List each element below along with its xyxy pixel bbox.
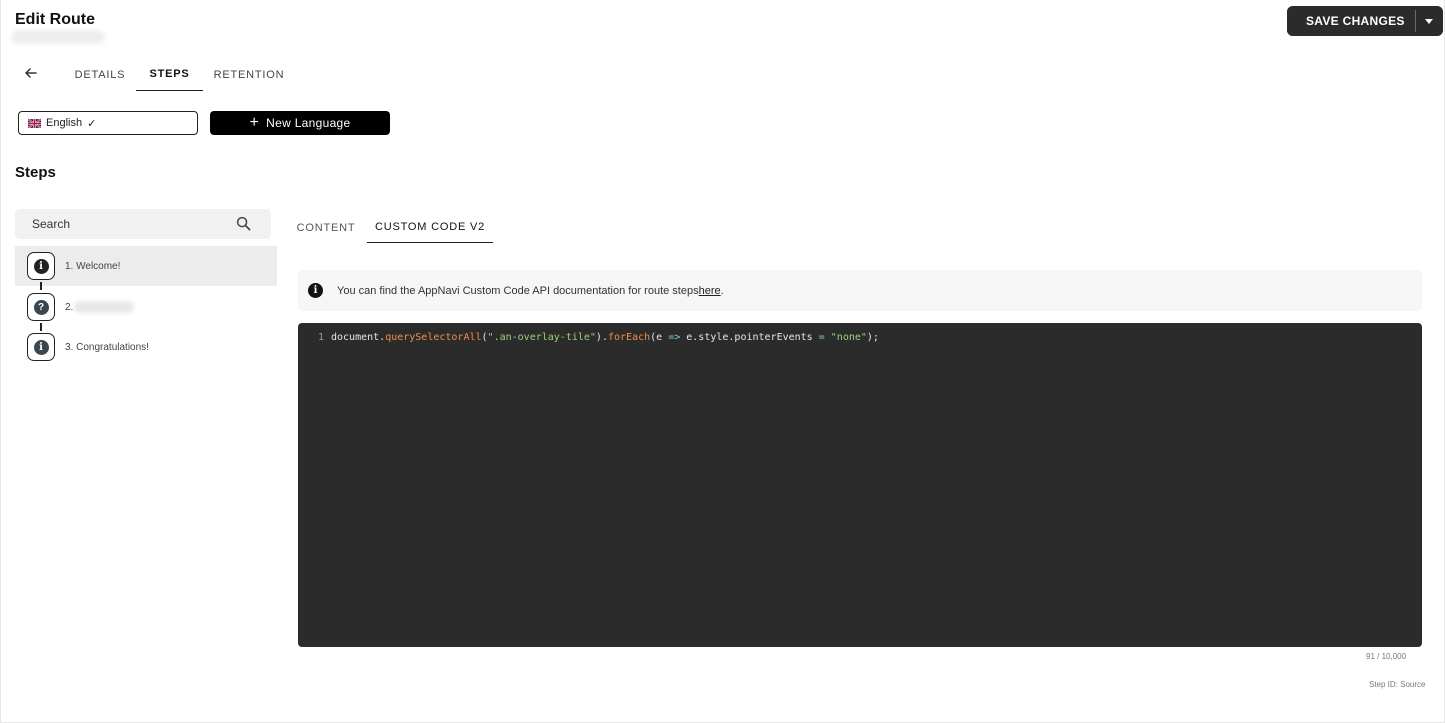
language-selector[interactable]: English ✓: [18, 111, 198, 135]
code-token: e.style.pointerEvents: [680, 332, 819, 343]
code-token: document.: [331, 332, 386, 343]
tab-retention[interactable]: RETENTION: [204, 58, 294, 91]
code-token: );: [866, 332, 879, 343]
step-node: i: [27, 333, 55, 361]
plus-icon: +: [249, 114, 260, 131]
code-token: forEach: [607, 332, 651, 343]
step-id-label: Step ID: Source: [1369, 680, 1426, 689]
step-label: 3. Congratulations!: [65, 341, 149, 353]
info-icon: i: [33, 258, 49, 274]
code-line: 1 document.querySelectorAll(".an-overlay…: [298, 332, 879, 343]
documentation-link[interactable]: here: [699, 285, 721, 297]
code-token: =>: [668, 332, 681, 343]
question-icon: ?: [33, 299, 49, 315]
page-title: Edit Route: [15, 11, 95, 28]
check-icon: ✓: [87, 117, 97, 130]
search-input[interactable]: Search: [15, 209, 271, 239]
save-changes-button[interactable]: SAVE CHANGES: [1287, 6, 1415, 36]
character-count: 91 / 10,000: [1366, 652, 1407, 661]
info-banner: i You can find the AppNavi Custom Code A…: [298, 270, 1422, 311]
save-button-group: SAVE CHANGES: [1287, 6, 1443, 36]
tab-custom-code-v2[interactable]: CUSTOM CODE V2: [367, 212, 493, 243]
new-language-button[interactable]: + New Language: [210, 111, 390, 135]
code-token: "none": [830, 332, 867, 343]
search-placeholder: Search: [32, 217, 71, 231]
code-token: ).: [595, 332, 608, 343]
step-label: 1. Welcome!: [65, 260, 121, 272]
step-node: i: [27, 252, 55, 280]
step-label: 2.: [65, 301, 74, 313]
step-item-welcome[interactable]: i 1. Welcome!: [15, 246, 277, 286]
step-name-redacted: [74, 301, 134, 313]
search-icon[interactable]: [236, 216, 251, 231]
info-icon: i: [308, 283, 323, 298]
new-language-label: New Language: [266, 116, 351, 130]
info-suffix: .: [720, 284, 724, 297]
step-node: ?: [27, 293, 55, 321]
route-name-redacted: [11, 30, 105, 44]
steps-heading: Steps: [15, 164, 56, 181]
code-token: querySelectorAll: [385, 332, 482, 343]
tab-details[interactable]: DETAILS: [65, 58, 135, 91]
back-arrow-icon[interactable]: [22, 64, 40, 82]
code-editor[interactable]: 1 document.querySelectorAll(".an-overlay…: [298, 323, 1422, 647]
app-page: Edit Route SAVE CHANGES DETAILS STEPS RE…: [0, 0, 1445, 723]
code-token: (e: [650, 332, 669, 343]
tab-content[interactable]: CONTENT: [291, 212, 361, 243]
info-icon: i: [33, 339, 49, 355]
line-number: 1: [317, 332, 324, 343]
step-item-question[interactable]: ? 2.: [15, 287, 277, 327]
uk-flag-icon: [28, 117, 41, 129]
step-item-congratulations[interactable]: i 3. Congratulations!: [15, 327, 277, 367]
code-text: document.querySelectorAll(".an-overlay-t…: [331, 332, 879, 343]
save-options-dropdown[interactable]: [1415, 6, 1443, 36]
info-text: You can find the AppNavi Custom Code API…: [337, 284, 699, 297]
tab-steps[interactable]: STEPS: [136, 58, 203, 91]
language-label: English: [46, 117, 83, 129]
code-token: ".an-overlay-tile": [487, 332, 596, 343]
